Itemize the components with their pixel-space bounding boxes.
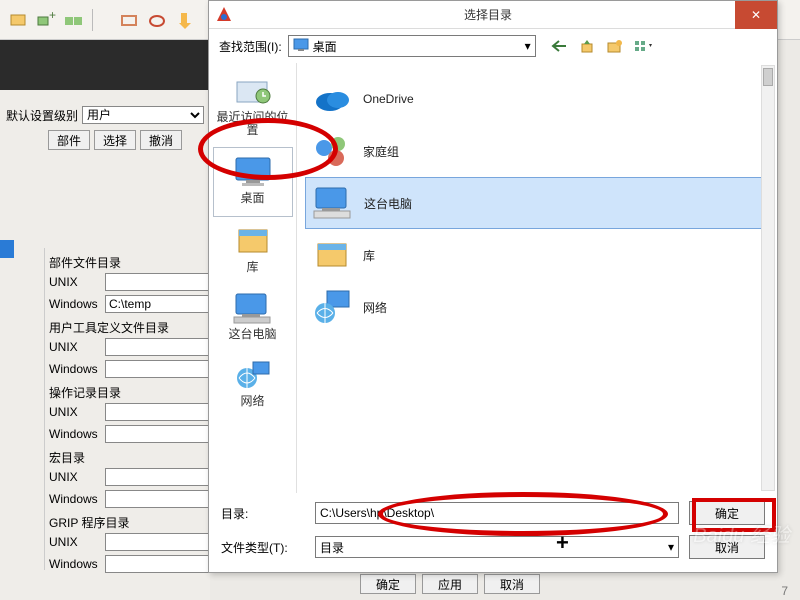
place-computer[interactable]: 这台电脑 bbox=[213, 284, 293, 351]
section-part-dir: 部件文件目录 bbox=[49, 254, 210, 271]
look-in-combo[interactable]: 桌面 ▾ bbox=[288, 35, 536, 57]
network-item-icon bbox=[311, 286, 353, 328]
up-icon[interactable] bbox=[578, 38, 596, 54]
desktop-icon bbox=[231, 154, 275, 190]
place-libraries[interactable]: 库 bbox=[213, 217, 293, 284]
windows-input-2[interactable] bbox=[105, 360, 210, 378]
section-user-tool: 用户工具定义文件目录 bbox=[49, 319, 210, 336]
level-select[interactable]: 用户 bbox=[82, 106, 204, 124]
item-libraries-label: 库 bbox=[363, 247, 375, 264]
page-number: 7 bbox=[781, 584, 788, 598]
look-in-value: 桌面 bbox=[313, 38, 337, 55]
windows-label-3: Windows bbox=[49, 427, 101, 441]
app-dark-band bbox=[0, 40, 210, 90]
computer-item-icon bbox=[312, 182, 354, 224]
place-desktop-label: 桌面 bbox=[240, 192, 264, 205]
type-value: 目录 bbox=[320, 539, 344, 556]
item-homegroup-label: 家庭组 bbox=[363, 143, 399, 160]
tab-select[interactable]: 选择 bbox=[94, 130, 136, 150]
unix-label-5: UNIX bbox=[49, 535, 101, 549]
close-button[interactable]: ✕ bbox=[735, 1, 777, 29]
svg-text:+: + bbox=[49, 12, 56, 22]
place-recent[interactable]: 最近访问的位置 bbox=[213, 67, 293, 147]
chevron-down-icon: ▾ bbox=[668, 540, 674, 554]
windows-label-5: Windows bbox=[49, 557, 101, 571]
select-directory-dialog: 选择目录 ✕ 查找范围(I): 桌面 ▾ 最近访问的位置 桌面 bbox=[208, 0, 778, 573]
type-label: 文件类型(T): bbox=[221, 539, 305, 556]
unix-label-1: UNIX bbox=[49, 275, 101, 289]
recent-icon bbox=[231, 73, 275, 109]
toolbar-sep bbox=[92, 9, 112, 31]
computer-icon bbox=[231, 290, 275, 326]
item-computer-label: 这台电脑 bbox=[364, 195, 412, 212]
section-macro: 宏目录 bbox=[49, 449, 210, 466]
dir-value: C:\Users\hp\Desktop\ bbox=[320, 506, 434, 520]
place-libraries-label: 库 bbox=[246, 261, 258, 274]
place-network-label: 网络 bbox=[240, 395, 264, 408]
place-network[interactable]: 网络 bbox=[213, 351, 293, 418]
item-homegroup[interactable]: 家庭组 bbox=[305, 125, 769, 177]
unix-input-5[interactable] bbox=[105, 533, 210, 551]
scrollbar-thumb[interactable] bbox=[763, 68, 773, 86]
place-desktop[interactable]: 桌面 bbox=[213, 147, 293, 216]
section-grip: GRIP 程序目录 bbox=[49, 514, 210, 531]
look-in-label: 查找范围(I): bbox=[219, 38, 282, 55]
item-libraries[interactable]: 库 bbox=[305, 229, 769, 281]
windows-input-3[interactable] bbox=[105, 425, 210, 443]
libraries-item-icon bbox=[311, 234, 353, 276]
dialog-app-icon bbox=[215, 5, 235, 25]
tree-selected-marker bbox=[0, 240, 14, 258]
toolbar-icon-6[interactable] bbox=[174, 9, 196, 31]
dir-label: 目录: bbox=[221, 505, 305, 522]
unix-input-4[interactable] bbox=[105, 468, 210, 486]
homegroup-icon bbox=[311, 130, 353, 172]
unix-input-3[interactable] bbox=[105, 403, 210, 421]
dir-input[interactable]: C:\Users\hp\Desktop\ bbox=[315, 502, 679, 524]
back-icon[interactable] bbox=[550, 38, 568, 54]
toolbar-icon-1[interactable] bbox=[8, 9, 30, 31]
cancel-button[interactable]: 取消 bbox=[689, 535, 765, 559]
toolbar-icon-3[interactable] bbox=[64, 9, 86, 31]
file-list-scrollbar[interactable] bbox=[761, 65, 775, 491]
section-oplog: 操作记录目录 bbox=[49, 384, 210, 401]
toolbar-icon-4[interactable] bbox=[118, 9, 140, 31]
onedrive-icon bbox=[311, 78, 353, 120]
windows-input-1[interactable] bbox=[105, 295, 210, 313]
places-bar: 最近访问的位置 桌面 库 这台电脑 网络 bbox=[209, 63, 297, 493]
windows-label-2: Windows bbox=[49, 362, 101, 376]
item-computer[interactable]: 这台电脑 bbox=[305, 177, 769, 229]
new-folder-icon[interactable] bbox=[606, 38, 624, 54]
toolbar-icon-2[interactable]: + bbox=[36, 9, 58, 31]
network-icon bbox=[231, 357, 275, 393]
windows-input-5[interactable] bbox=[105, 555, 210, 573]
place-computer-label: 这台电脑 bbox=[228, 328, 276, 341]
windows-label-4: Windows bbox=[49, 492, 101, 506]
tab-parts[interactable]: 部件 bbox=[48, 130, 90, 150]
file-list[interactable]: OneDrive 家庭组 这台电脑 库 网络 bbox=[297, 63, 777, 493]
libraries-icon bbox=[231, 223, 275, 259]
unix-input-1[interactable] bbox=[105, 273, 210, 291]
view-menu-icon[interactable] bbox=[634, 38, 652, 54]
tab-undo[interactable]: 撤消 bbox=[140, 130, 182, 150]
place-recent-label: 最近访问的位置 bbox=[213, 111, 293, 137]
unix-label-3: UNIX bbox=[49, 405, 101, 419]
type-select[interactable]: 目录 ▾ bbox=[315, 536, 679, 558]
item-network-label: 网络 bbox=[363, 299, 387, 316]
item-network[interactable]: 网络 bbox=[305, 281, 769, 333]
item-onedrive[interactable]: OneDrive bbox=[305, 73, 769, 125]
chevron-down-icon: ▾ bbox=[525, 39, 531, 53]
toolbar-icon-5[interactable] bbox=[146, 9, 168, 31]
desktop-small-icon bbox=[293, 38, 309, 55]
windows-input-4[interactable] bbox=[105, 490, 210, 508]
item-onedrive-label: OneDrive bbox=[363, 92, 414, 106]
dialog-title: 选择目录 bbox=[241, 6, 735, 23]
unix-label-2: UNIX bbox=[49, 340, 101, 354]
unix-input-2[interactable] bbox=[105, 338, 210, 356]
ok-button[interactable]: 确定 bbox=[689, 501, 765, 525]
windows-label-1: Windows bbox=[49, 297, 101, 311]
close-icon: ✕ bbox=[751, 8, 761, 22]
unix-label-4: UNIX bbox=[49, 470, 101, 484]
level-label: 默认设置级别 bbox=[6, 107, 78, 124]
